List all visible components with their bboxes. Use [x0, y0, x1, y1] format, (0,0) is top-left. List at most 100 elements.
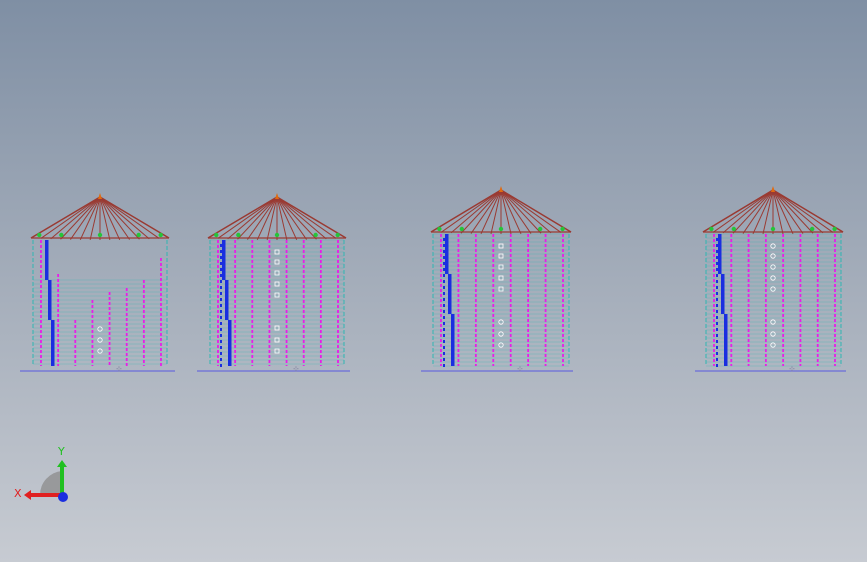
- ladder-rung: [443, 352, 445, 355]
- y-axis-arrowhead: [57, 460, 67, 467]
- roof-vent-dot: [709, 226, 714, 232]
- ladder-rung: [716, 238, 718, 241]
- wall-hatch: [770, 342, 776, 348]
- roof-vent-dot: [498, 226, 504, 232]
- ladder-cage: [448, 274, 452, 314]
- ladder-rung: [716, 364, 718, 367]
- wall-hatch: [770, 253, 776, 259]
- ladder-rung: [716, 268, 718, 271]
- ladder-rung: [443, 334, 445, 337]
- silo-1-model: ⊹: [20, 193, 175, 373]
- silo-4-model: ⊹: [695, 186, 846, 373]
- roof-rafter: [732, 189, 774, 234]
- wall-hatch: [274, 348, 280, 354]
- ladder-rung: [220, 334, 222, 337]
- roof-rafter: [99, 196, 160, 239]
- ladder-rung: [220, 250, 222, 253]
- cad-viewport[interactable]: ⊹ ⊹ ⊹ ⊹ Y X: [0, 0, 867, 562]
- z-axis-dot: [58, 492, 68, 502]
- origin-marker: ⊹: [116, 365, 122, 373]
- ladder-cage: [445, 234, 449, 274]
- roof-vent-dot: [313, 232, 318, 238]
- roof-edge-right: [276, 196, 347, 239]
- roof-rafter: [772, 189, 834, 233]
- roof-rafter: [40, 196, 101, 239]
- roof-rafter: [440, 189, 502, 233]
- roof-vent-dot: [97, 232, 103, 238]
- roof-apex-cap: [771, 186, 775, 192]
- roof-vent-dot: [158, 232, 163, 238]
- wall-hatch: [274, 270, 280, 276]
- ladder-rung: [220, 358, 222, 361]
- wall-hatch: [274, 259, 280, 265]
- ladder-rung: [443, 298, 445, 301]
- ladder-rung: [220, 244, 222, 247]
- ladder-rung: [443, 268, 445, 271]
- ladder-rung: [716, 328, 718, 331]
- ladder-rung: [443, 250, 445, 253]
- ladder-rung: [716, 274, 718, 277]
- ladder-rung: [220, 268, 222, 271]
- wall-hatch: [770, 286, 776, 292]
- ladder-cage: [228, 320, 232, 366]
- ladder-rung: [220, 292, 222, 295]
- origin-marker: ⊹: [517, 365, 523, 373]
- ladder-rung: [716, 304, 718, 307]
- roof-vent-dot: [437, 226, 442, 232]
- ladder-cage: [51, 320, 55, 366]
- roof-edge-left: [207, 196, 278, 239]
- roof-vent-dot: [731, 226, 736, 232]
- ladder-rung: [220, 310, 222, 313]
- ladder-rung: [716, 256, 718, 259]
- roof-vent-dot: [538, 226, 543, 232]
- ladder-rung: [220, 256, 222, 259]
- roof-vent-dot: [560, 226, 565, 232]
- ladder-rung: [443, 256, 445, 259]
- x-axis-label: X: [14, 487, 22, 500]
- ladder-rung: [220, 346, 222, 349]
- ladder-rung: [443, 262, 445, 265]
- ladder-cage: [721, 274, 725, 314]
- wall-hatch: [498, 286, 504, 292]
- roof-rafter: [99, 196, 140, 240]
- ladder-rung: [716, 250, 718, 253]
- ladder-rung: [220, 262, 222, 265]
- ladder-rung: [220, 340, 222, 343]
- x-axis-arrowhead: [24, 490, 31, 500]
- roof-edge-right: [500, 189, 572, 233]
- roof-rafter: [276, 196, 317, 240]
- ladder-rung: [220, 352, 222, 355]
- triad-quadrant-shape: [39, 471, 62, 495]
- wall-hatch: [97, 326, 103, 332]
- ladder-rung: [716, 352, 718, 355]
- ladder-rung: [220, 316, 222, 319]
- roof-vent-dot: [274, 232, 280, 238]
- ladder-rung: [443, 346, 445, 349]
- roof-rafter: [500, 189, 562, 233]
- ladder-rung: [716, 262, 718, 265]
- ladder-cage: [451, 314, 455, 366]
- roof-edge-left: [430, 189, 502, 233]
- roof-rafter: [712, 189, 774, 233]
- roof-edge-left: [30, 196, 101, 239]
- roof-rafter: [60, 196, 101, 240]
- ladder-rung: [220, 328, 222, 331]
- roof-rafter: [217, 196, 278, 239]
- ladder-cage: [45, 240, 49, 280]
- roof-edge-right: [772, 189, 844, 233]
- ladder-rung: [443, 238, 445, 241]
- coordinate-triad-icon: Y X: [14, 445, 68, 502]
- ladder-rung: [443, 310, 445, 313]
- ladder-rung: [220, 274, 222, 277]
- roof-edge-left: [702, 189, 774, 233]
- ladder-rung: [220, 304, 222, 307]
- ladder-rung: [443, 322, 445, 325]
- ladder-rung: [220, 322, 222, 325]
- ladder-rung: [443, 340, 445, 343]
- silo-3-model: ⊹: [421, 186, 573, 373]
- ladder-rung: [443, 304, 445, 307]
- ladder-rung: [443, 292, 445, 295]
- ladder-rung: [716, 340, 718, 343]
- ladder-rung: [716, 334, 718, 337]
- ladder-rung: [716, 298, 718, 301]
